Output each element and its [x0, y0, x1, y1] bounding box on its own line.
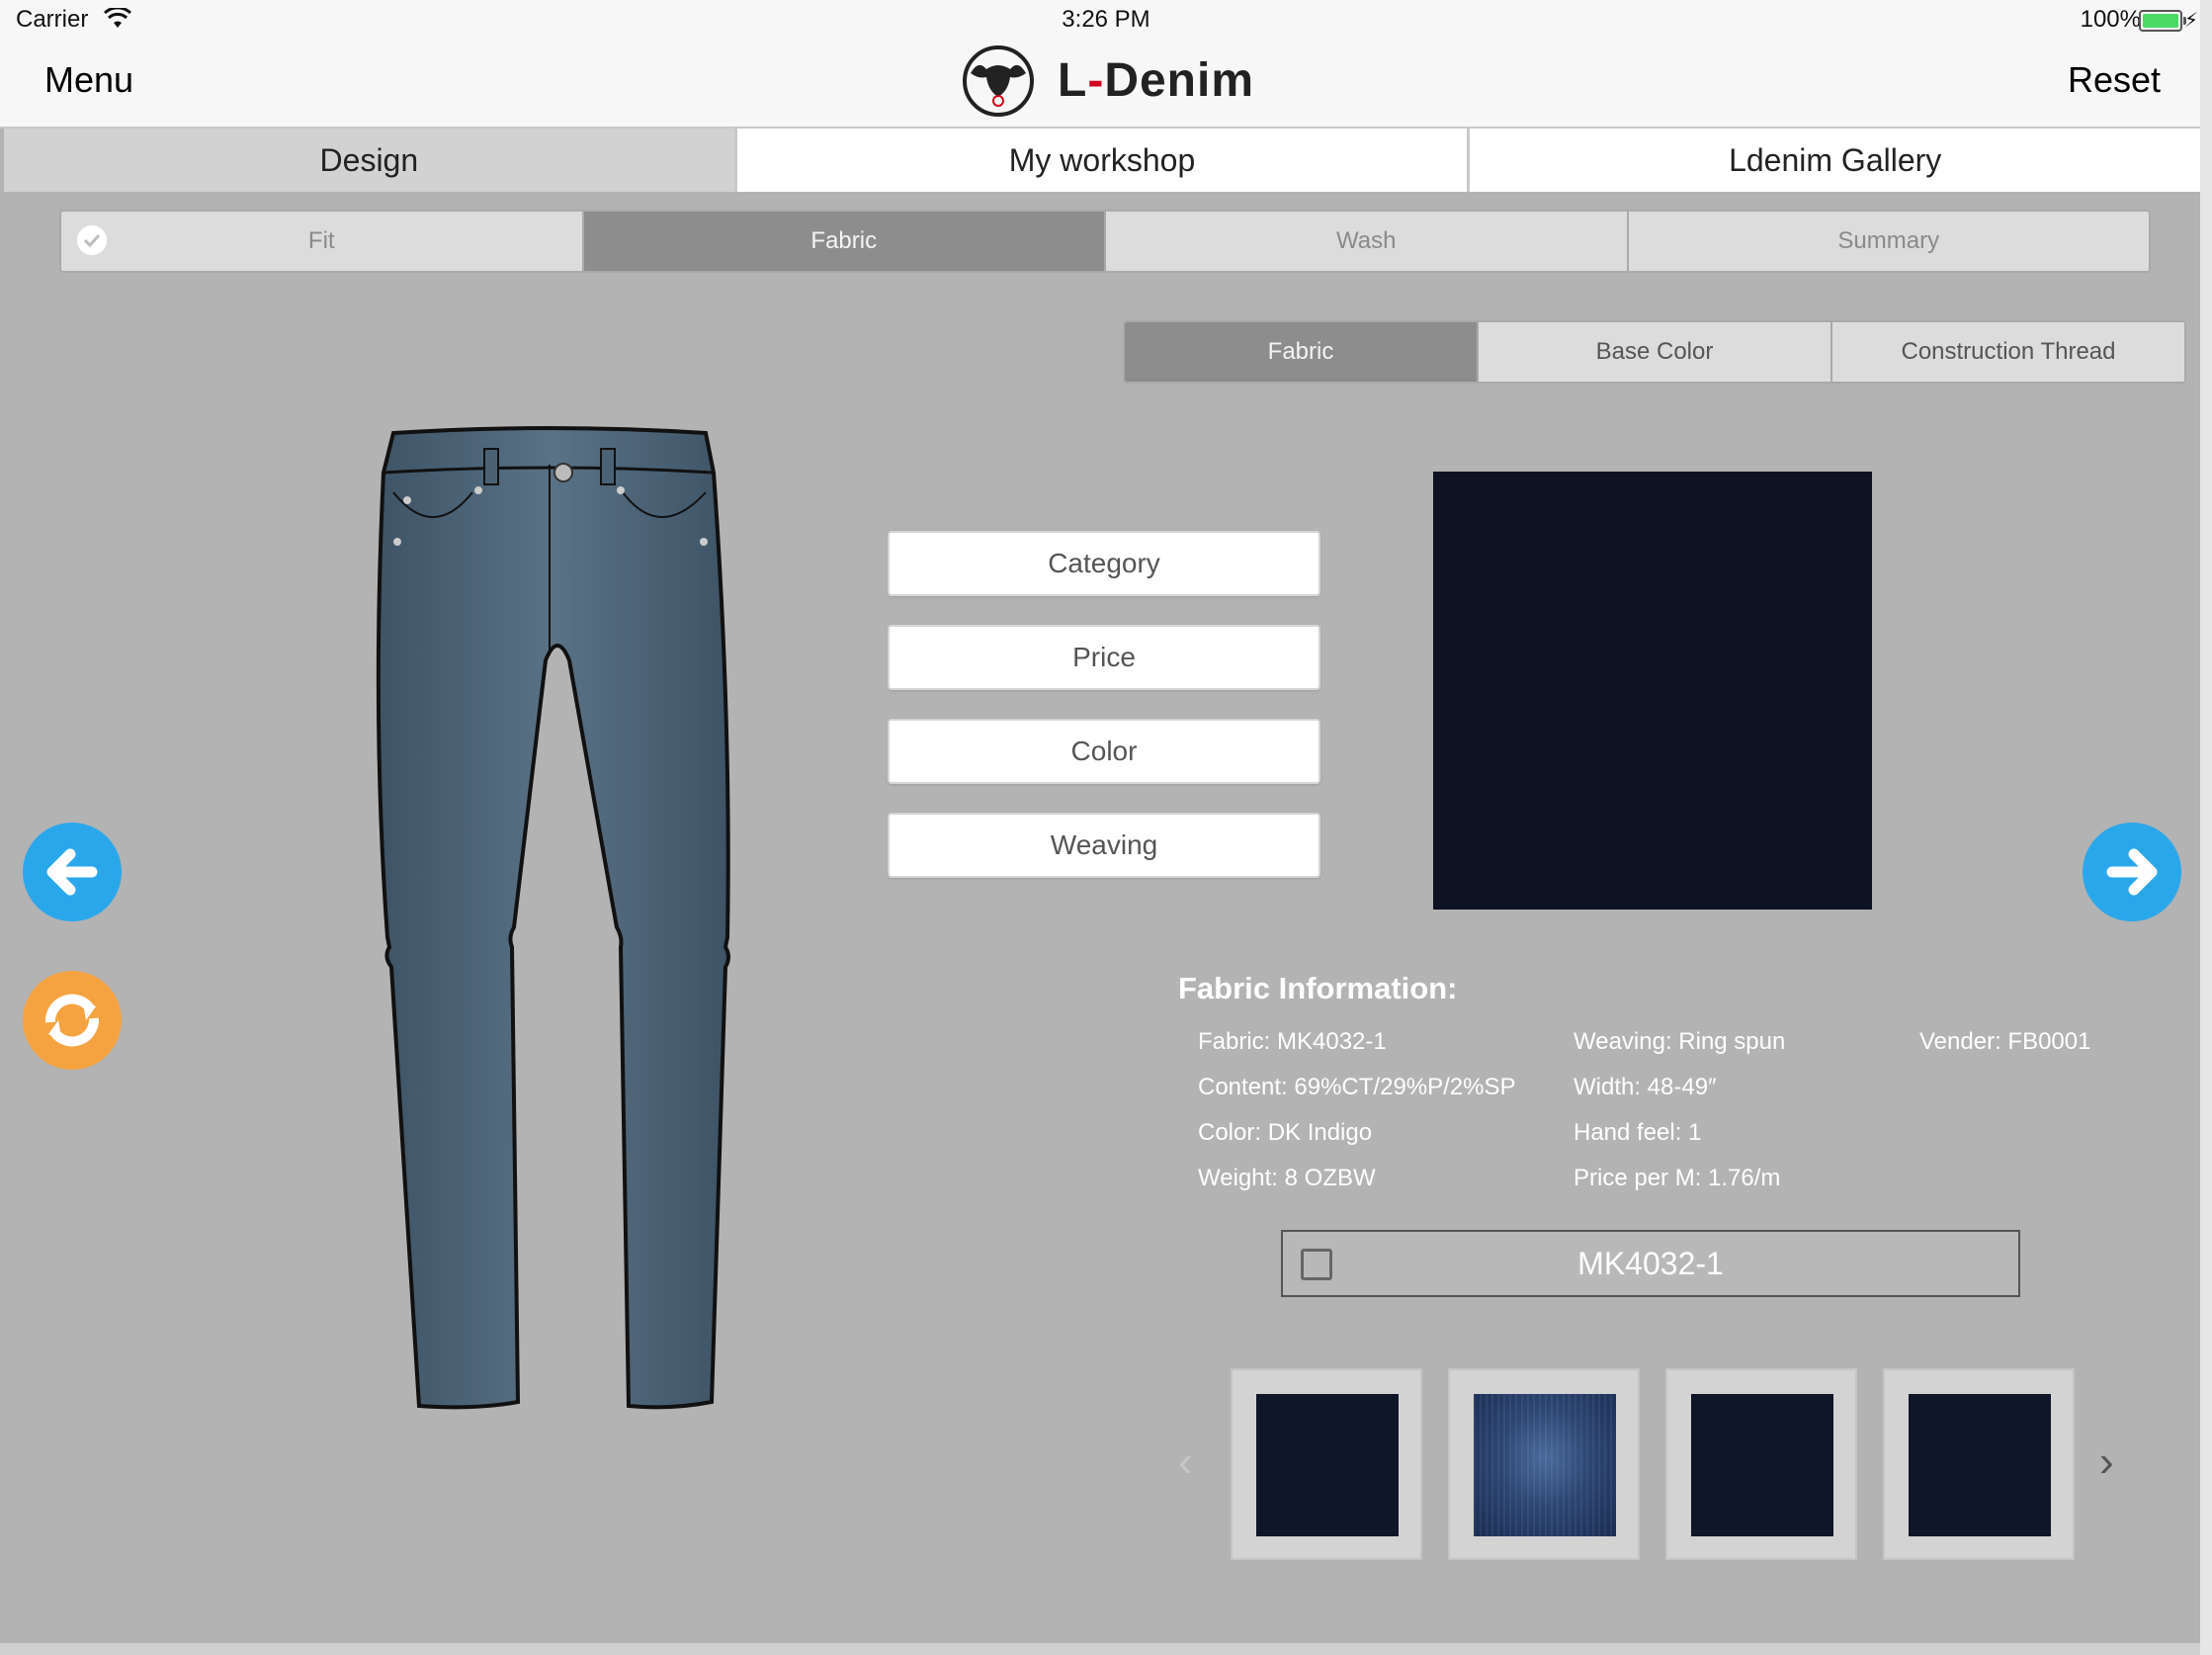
fabric-vender: Vender: FB0001: [1919, 1028, 2091, 1055]
charging-icon: ⚡: [2183, 10, 2198, 32]
fabric-select-label: MK4032-1: [1577, 1245, 1724, 1281]
brand-title: L-Denim: [1058, 54, 1255, 107]
chevron-left-icon[interactable]: ‹: [1178, 1437, 1193, 1487]
fabric-sub-tabs: Fabric Base Color Construction Thread: [1123, 320, 2186, 384]
fabric-weight: Weight: 8 OZBW: [1198, 1165, 1376, 1191]
weaving-filter-button[interactable]: Weaving: [888, 813, 1320, 878]
fabric-hand-feel: Hand feel: 1: [1574, 1119, 1702, 1146]
jeans-preview: [376, 426, 730, 1410]
window-edge: [2200, 0, 2212, 1655]
fabric-thumbnail[interactable]: [1448, 1368, 1640, 1560]
color-filter-button[interactable]: Color: [888, 719, 1320, 784]
tab-design[interactable]: Design: [4, 129, 734, 192]
tab-my-workshop[interactable]: My workshop: [733, 129, 1468, 192]
reset-button[interactable]: Reset: [2068, 59, 2161, 101]
previous-step-button[interactable]: [23, 823, 122, 921]
fabric-thumbnail[interactable]: [1231, 1368, 1422, 1560]
subtab-construction-thread[interactable]: Construction Thread: [1830, 322, 2184, 382]
chevron-right-icon[interactable]: ›: [2099, 1437, 2114, 1487]
fabric-thumbnail[interactable]: [1665, 1368, 1857, 1560]
tab-ldenim-gallery[interactable]: Ldenim Gallery: [1467, 129, 2201, 192]
step-summary[interactable]: Summary: [1626, 212, 2150, 271]
subtab-fabric[interactable]: Fabric: [1125, 322, 1477, 382]
arrow-left-icon: [46, 848, 98, 896]
fabric-thumbnail[interactable]: [1883, 1368, 2075, 1560]
next-step-button[interactable]: [2083, 823, 2181, 921]
fabric-checkbox[interactable]: [1301, 1249, 1332, 1280]
fabric-select-row[interactable]: MK4032-1: [1281, 1230, 2020, 1297]
fabric-weaving: Weaving: Ring spun: [1574, 1028, 1786, 1055]
subtab-base-color[interactable]: Base Color: [1477, 322, 1830, 382]
step-wash[interactable]: Wash: [1104, 212, 1627, 271]
arrow-right-icon: [2106, 848, 2158, 896]
checkmark-icon: [77, 225, 107, 255]
fabric-price: Price per M: 1.76/m: [1574, 1165, 1781, 1191]
step-fabric[interactable]: Fabric: [581, 212, 1104, 271]
battery-icon: [2139, 10, 2186, 32]
step-fit[interactable]: Fit: [61, 212, 582, 271]
fabric-color: Color: DK Indigo: [1198, 1119, 1373, 1146]
battery-percentage: 100%: [2080, 6, 2141, 33]
fabric-info-title: Fabric Information:: [1178, 971, 1458, 1005]
menu-button[interactable]: Menu: [44, 59, 133, 101]
fabric-width: Width: 48-49″: [1574, 1074, 1717, 1100]
bull-logo-icon: [963, 45, 1034, 117]
main-tab-bar: Design My workshop Ldenim Gallery: [4, 129, 2201, 192]
design-steps: Fit Fabric Wash Summary: [59, 210, 2151, 273]
price-filter-button[interactable]: Price: [888, 625, 1320, 690]
reset-design-button[interactable]: [23, 971, 122, 1070]
bottom-edge: [0, 1643, 2200, 1655]
fabric-content: Content: 69%CT/29%P/2%SP: [1198, 1074, 1516, 1100]
fabric-swatch-preview: [1433, 472, 1872, 910]
fabric-code: Fabric: MK4032-1: [1198, 1028, 1387, 1055]
clock: 3:26 PM: [1062, 6, 1150, 33]
category-filter-button[interactable]: Category: [888, 531, 1320, 596]
refresh-icon: [44, 994, 100, 1047]
step-fit-label: Fit: [307, 227, 335, 254]
